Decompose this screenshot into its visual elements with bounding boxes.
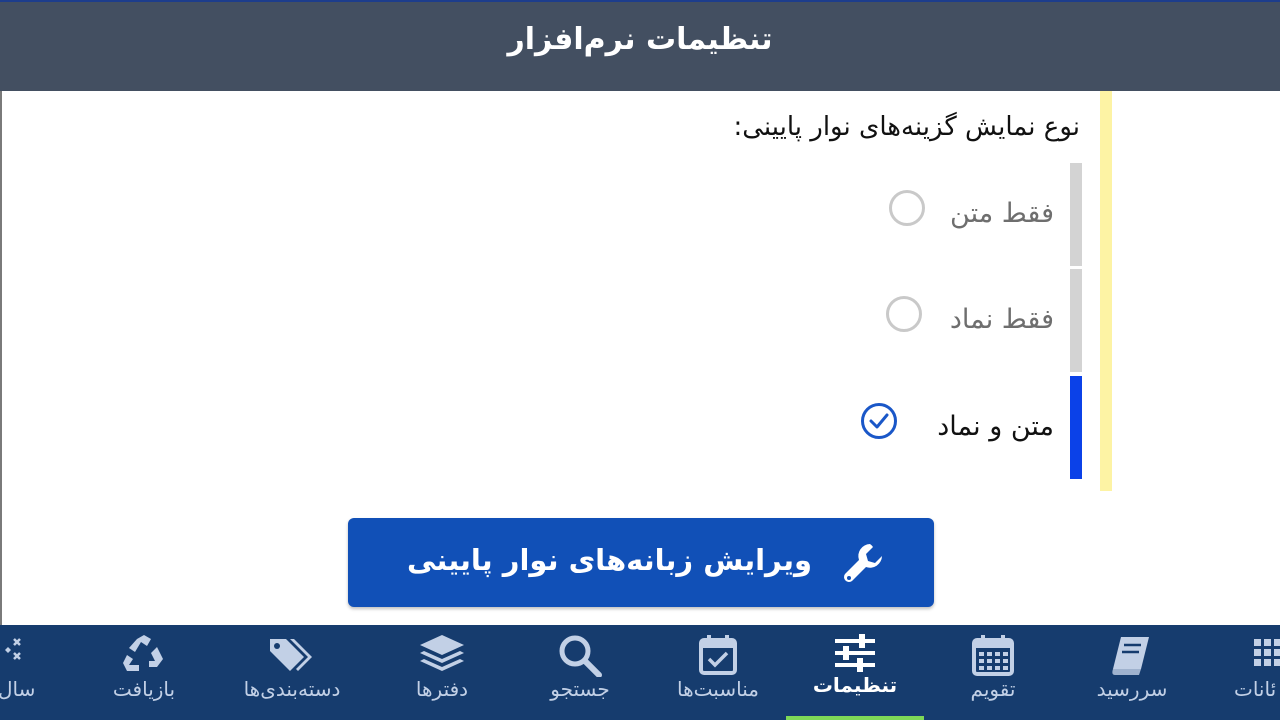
nav-label: تنظیمات [812,673,898,697]
setting-label: نوع نمایش گزینه‌های نوار پایینی: [733,112,1080,142]
nav-item-recycle[interactable]: بازیافت [74,625,214,720]
nav-label: بازیافت [112,677,176,701]
nav-item-planner[interactable]: سررسید [1062,625,1202,720]
option-label: متن و نماد [937,411,1054,442]
page-title: تنظیمات نرم‌افزار [507,22,773,57]
option-label: فقط متن [950,198,1054,229]
calendar-check-icon [699,635,737,675]
nav-item-settings[interactable]: تنظیمات [786,625,924,720]
option-indicator-bar [1070,163,1082,266]
sparkle-icon [5,638,21,660]
option-text-only[interactable]: فقط متن [800,163,1082,266]
nav-item-calendar[interactable]: تقویم [924,625,1062,720]
book-icon [1112,637,1149,675]
nav-label: دفترها [415,677,469,701]
nav-label: ئانات [1234,677,1277,701]
edit-bottom-tabs-label: ویرایش زبانه‌های نوار پایینی [407,543,812,577]
radio-unchecked-icon[interactable] [889,190,925,226]
edit-bottom-tabs-button[interactable]: ویرایش زبانه‌های نوار پایینی [348,518,934,607]
nav-item-search[interactable]: جستجو [510,625,650,720]
nav-label: دسته‌بندی‌ها [243,677,341,701]
wrench-icon [844,544,882,582]
nav-item-notebooks[interactable]: دفترها [372,625,512,720]
recycle-icon [123,635,163,671]
section-marker [1100,91,1112,491]
tags-icon [270,639,312,671]
nav-label: سال [0,677,36,701]
option-indicator-bar [1070,269,1082,372]
nav-label: سررسید [1096,677,1168,701]
radio-unchecked-icon[interactable] [886,296,922,332]
search-icon [559,635,602,677]
nav-item-categories[interactable]: دسته‌بندی‌ها [222,625,362,720]
calendar-icon [972,635,1014,676]
grid-icon [1254,639,1280,666]
nav-item-year[interactable]: سال [0,625,40,720]
radio-checked-icon[interactable] [861,403,897,439]
option-indicator-bar [1070,376,1082,479]
app-header: تنظیمات نرم‌افزار [0,0,1280,91]
active-tab-indicator [786,716,924,720]
nav-label: تقویم [970,677,1016,701]
option-icon-only[interactable]: فقط نماد [800,269,1082,372]
option-text-and-icon[interactable]: متن و نماد [800,376,1082,479]
option-label: فقط نماد [949,304,1054,335]
nav-label: مناسبت‌ها [677,677,759,701]
sliders-icon [835,634,875,672]
bottom-navigation: سال بازیافت دسته‌بندی‌ها دفترها جستجو [0,625,1280,720]
nav-item-occasions[interactable]: مناسبت‌ها [648,625,788,720]
nav-item-more[interactable]: ئانات [1218,625,1280,720]
layers-icon [420,635,464,671]
nav-label: جستجو [550,677,610,701]
